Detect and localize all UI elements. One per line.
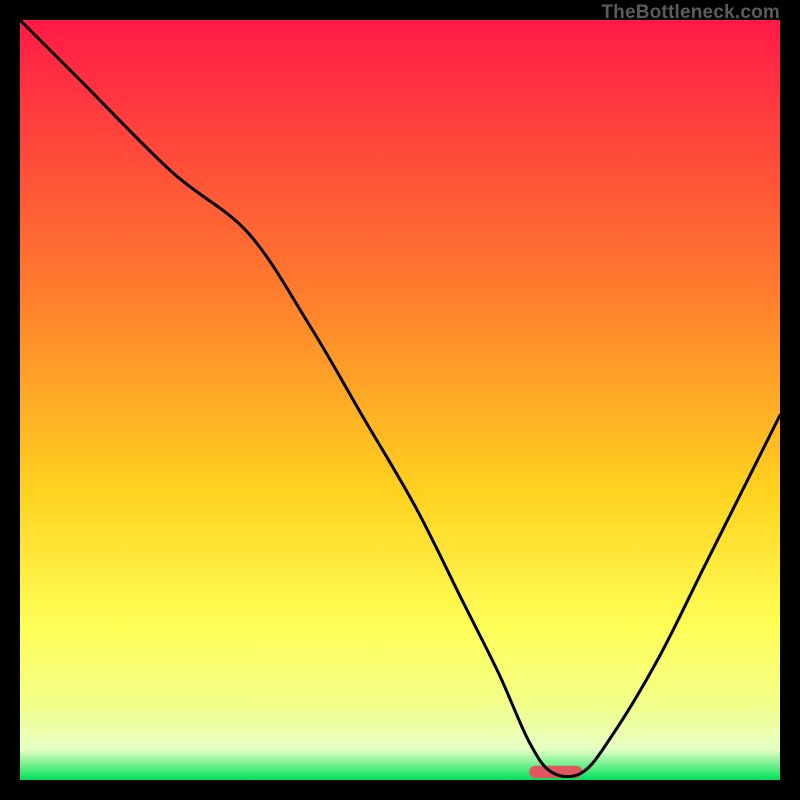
plot-area [20,20,780,780]
chart-frame: TheBottleneck.com [0,0,800,800]
chart-svg [20,20,780,780]
